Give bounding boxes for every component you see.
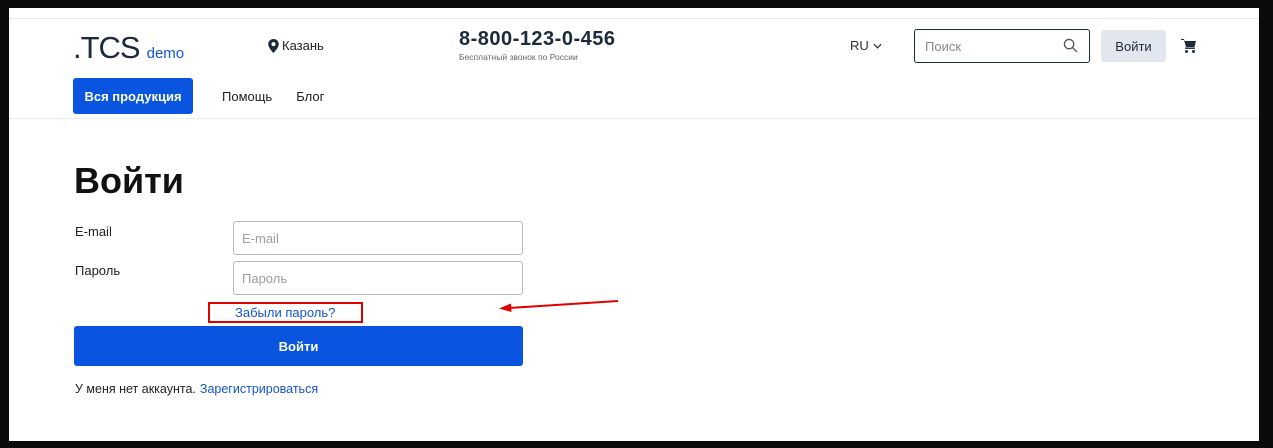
forgot-password-link[interactable]: Забыли пароль? [235,305,335,320]
page-title: Войти [74,160,184,201]
register-prompt: У меня нет аккаунта. Зарегистрироваться [75,382,318,396]
search-icon[interactable] [1063,38,1078,53]
password-field[interactable] [234,262,522,294]
phone-caption: Бесплатный звонок по России [459,52,578,62]
nav-link-help[interactable]: Помощь [222,89,272,104]
language-label: RU [850,38,869,53]
email-field-wrapper [233,221,523,255]
search-input[interactable] [915,30,1045,62]
nav-all-products-button[interactable]: Вся продукция [73,78,193,114]
logo-mark: .TCS [73,30,141,65]
screenshot-frame [0,0,1273,448]
no-account-text: У меня нет аккаунта. [75,382,196,396]
city-label: Казань [282,38,324,53]
email-label: E-mail [75,224,112,239]
city-selector[interactable]: Казань [268,38,324,53]
logo[interactable]: .TCS demo [73,30,184,66]
login-submit-button[interactable]: Войти [74,326,523,366]
nav-link-blog[interactable]: Блог [296,89,324,104]
phone-number[interactable]: 8-800-123-0-456 [459,28,616,51]
phone-block: 8-800-123-0-456 Бесплатный звонок по Рос… [459,28,616,62]
language-selector[interactable]: RU [850,38,882,53]
password-field-wrapper [233,261,523,295]
header-divider [9,118,1259,119]
search-box [914,29,1090,63]
top-border-line [9,18,1259,19]
email-field[interactable] [234,222,522,254]
password-label: Пароль [75,263,121,278]
location-pin-icon [268,38,279,53]
register-link[interactable]: Зарегистрироваться [200,382,318,396]
logo-demo-label: demo [146,45,185,62]
annotation-arrow [499,300,619,312]
cart-icon[interactable] [1181,38,1197,54]
header-login-button[interactable]: Войти [1101,30,1166,62]
main-nav: Вся продукция Помощь Блог [73,78,324,114]
chevron-down-icon [873,43,882,49]
